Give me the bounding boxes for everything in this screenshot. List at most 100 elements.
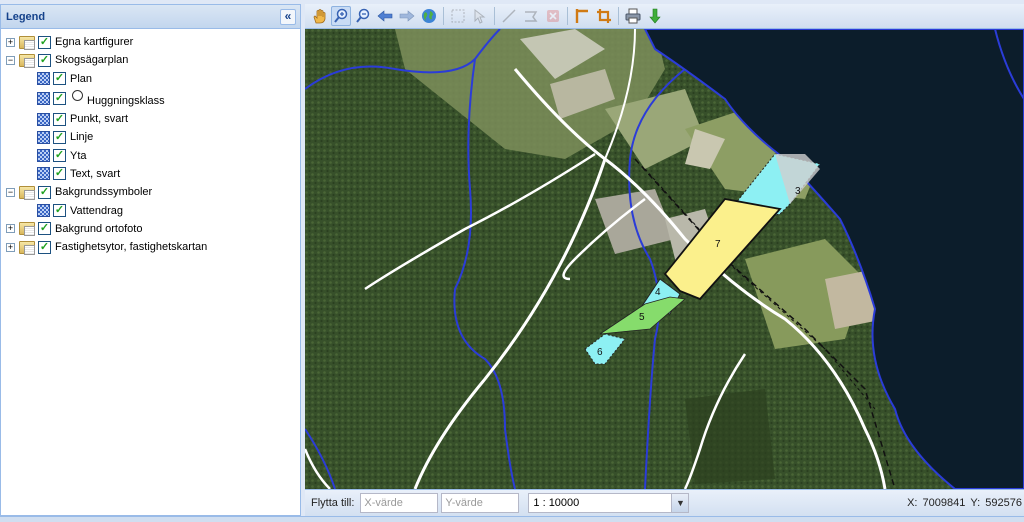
map-svg[interactable]: 3 7 4 5 6 (305, 29, 1024, 489)
legend-layer-yta: ✓ Yta (1, 146, 300, 164)
layer-icon (37, 130, 50, 144)
expand-plus-icon[interactable]: + (6, 242, 15, 252)
layer-checkbox[interactable]: ✓ (53, 130, 66, 144)
legend-title: Legend (6, 10, 46, 23)
scale-value: 1 : 10000 (533, 497, 580, 509)
download-icon[interactable] (645, 6, 665, 26)
back-arrow-icon[interactable] (375, 6, 395, 26)
legend-group-egna-kartfigurer: + ✓ Egna kartfigurer (1, 33, 300, 51)
layer-icon (37, 92, 50, 106)
toolbar-separator (494, 7, 495, 25)
layer-checkbox[interactable]: ✓ (38, 240, 51, 254)
legend-layer-linje: ✓ Linje (1, 128, 300, 146)
legend-layer-huggningsklass: ✓ Huggningsklass (1, 88, 300, 110)
y-value-input[interactable] (441, 493, 520, 513)
layer-icon (37, 167, 50, 181)
stand-label: 3 (795, 186, 801, 197)
stand-label: 7 (715, 239, 721, 250)
circle-symbol-icon (72, 90, 83, 102)
legend-header: Legend « (1, 5, 300, 29)
pan-hand-icon[interactable] (309, 6, 329, 26)
x-coord-value: 7009841 (922, 497, 966, 509)
legend-item-label: Fastighetsytor, fastighetskartan (55, 241, 208, 254)
globe-full-extent-icon[interactable] (419, 6, 439, 26)
layer-checkbox[interactable]: ✓ (53, 112, 66, 126)
zoom-out-icon[interactable] (353, 6, 373, 26)
layer-checkbox[interactable]: ✓ (53, 149, 66, 163)
zoom-in-icon[interactable] (331, 6, 351, 26)
legend-tree: + ✓ Egna kartfigurer − ✓ Skogsägarplan ✓… (1, 29, 300, 256)
layer-checkbox[interactable]: ✓ (53, 204, 66, 218)
cursor-coordinates: X: 7009841 Y: 592576 (905, 497, 1022, 509)
layer-icon (37, 112, 50, 126)
layer-icon (37, 149, 50, 163)
layer-group-icon (19, 222, 35, 237)
app-window: Legend « + ✓ Egna kartfigurer − ✓ Skogsä… (0, 0, 1024, 522)
map-toolbar (305, 4, 1024, 29)
goto-label: Flytta till: (311, 497, 355, 509)
layer-group-icon (19, 185, 35, 200)
stand-label: 6 (597, 347, 603, 358)
layer-group-icon (19, 53, 35, 68)
select-disabled-icon[interactable] (448, 6, 468, 26)
info-disabled-icon[interactable] (470, 6, 490, 26)
layer-checkbox[interactable]: ✓ (53, 92, 66, 106)
legend-layer-plan: ✓ Plan (1, 70, 300, 88)
forward-arrow-icon[interactable] (397, 6, 417, 26)
layer-checkbox[interactable]: ✓ (53, 167, 66, 181)
collapse-panel-button[interactable]: « (280, 9, 296, 25)
legend-item-label: Plan (70, 72, 93, 85)
print-icon[interactable] (623, 6, 643, 26)
legend-item-label: Punkt, svart (70, 113, 129, 126)
collapse-minus-icon[interactable]: − (6, 187, 15, 197)
toolbar-separator (567, 7, 568, 25)
layer-checkbox[interactable]: ✓ (53, 72, 66, 86)
layer-checkbox[interactable]: ✓ (38, 222, 51, 236)
legend-item-label: Egna kartfigurer (55, 36, 134, 49)
crop-icon[interactable] (594, 6, 614, 26)
legend-item-label: Huggningsklass (87, 94, 165, 107)
expand-plus-icon[interactable]: + (6, 37, 15, 47)
legend-layer-vattendrag: ✓ Vattendrag (1, 201, 300, 219)
y-coord-label: Y: (970, 497, 981, 509)
legend-group-skogsagarplan: − ✓ Skogsägarplan (1, 51, 300, 69)
toolbar-separator (618, 7, 619, 25)
stand-label: 5 (639, 312, 645, 323)
chevron-down-icon[interactable]: ▼ (671, 494, 689, 512)
status-bar (0, 516, 1024, 522)
x-value-input[interactable] (360, 493, 439, 513)
layer-checkbox[interactable]: ✓ (38, 185, 51, 199)
draw-line-icon[interactable] (572, 6, 592, 26)
collapse-minus-icon[interactable]: − (6, 55, 15, 65)
layer-checkbox[interactable]: ✓ (38, 35, 51, 49)
stand-label: 4 (655, 287, 661, 298)
legend-item-label: Linje (70, 131, 94, 144)
coordinate-bar: Flytta till: 1 : 10000 ▼ X: 7009841 Y: 5… (305, 489, 1024, 516)
measure-line-disabled-icon[interactable] (499, 6, 519, 26)
toolbar-separator (443, 7, 444, 25)
legend-item-label: Yta (70, 149, 87, 162)
y-coord-value: 592576 (985, 497, 1022, 509)
scale-select[interactable]: 1 : 10000 ▼ (528, 493, 690, 513)
layer-group-icon (19, 35, 35, 50)
expand-plus-icon[interactable]: + (6, 224, 15, 234)
legend-layer-punkt-svart: ✓ Punkt, svart (1, 110, 300, 128)
legend-panel: Legend « + ✓ Egna kartfigurer − ✓ Skogsä… (0, 4, 301, 516)
measure-area-disabled-icon[interactable] (521, 6, 541, 26)
clear-disabled-icon[interactable] (543, 6, 563, 26)
legend-item-label: Skogsägarplan (55, 54, 129, 67)
forest-area (685, 389, 775, 484)
layer-icon (37, 72, 50, 86)
legend-item-label: Text, svart (70, 167, 121, 180)
legend-item-label: Bakgrund ortofoto (55, 222, 143, 235)
legend-layer-text-svart: ✓ Text, svart (1, 165, 300, 183)
x-coord-label: X: (907, 497, 918, 509)
layer-checkbox[interactable]: ✓ (38, 53, 51, 67)
legend-group-fastighetsytor: + ✓ Fastighetsytor, fastighetskartan (1, 238, 300, 256)
map-canvas[interactable]: 3 7 4 5 6 (305, 29, 1024, 489)
legend-group-bakgrundssymboler: − ✓ Bakgrundssymboler (1, 183, 300, 201)
layer-icon (37, 204, 50, 218)
legend-item-label: Vattendrag (70, 204, 124, 217)
layer-group-icon (19, 240, 35, 255)
legend-group-bakgrund-ortofoto: + ✓ Bakgrund ortofoto (1, 220, 300, 238)
